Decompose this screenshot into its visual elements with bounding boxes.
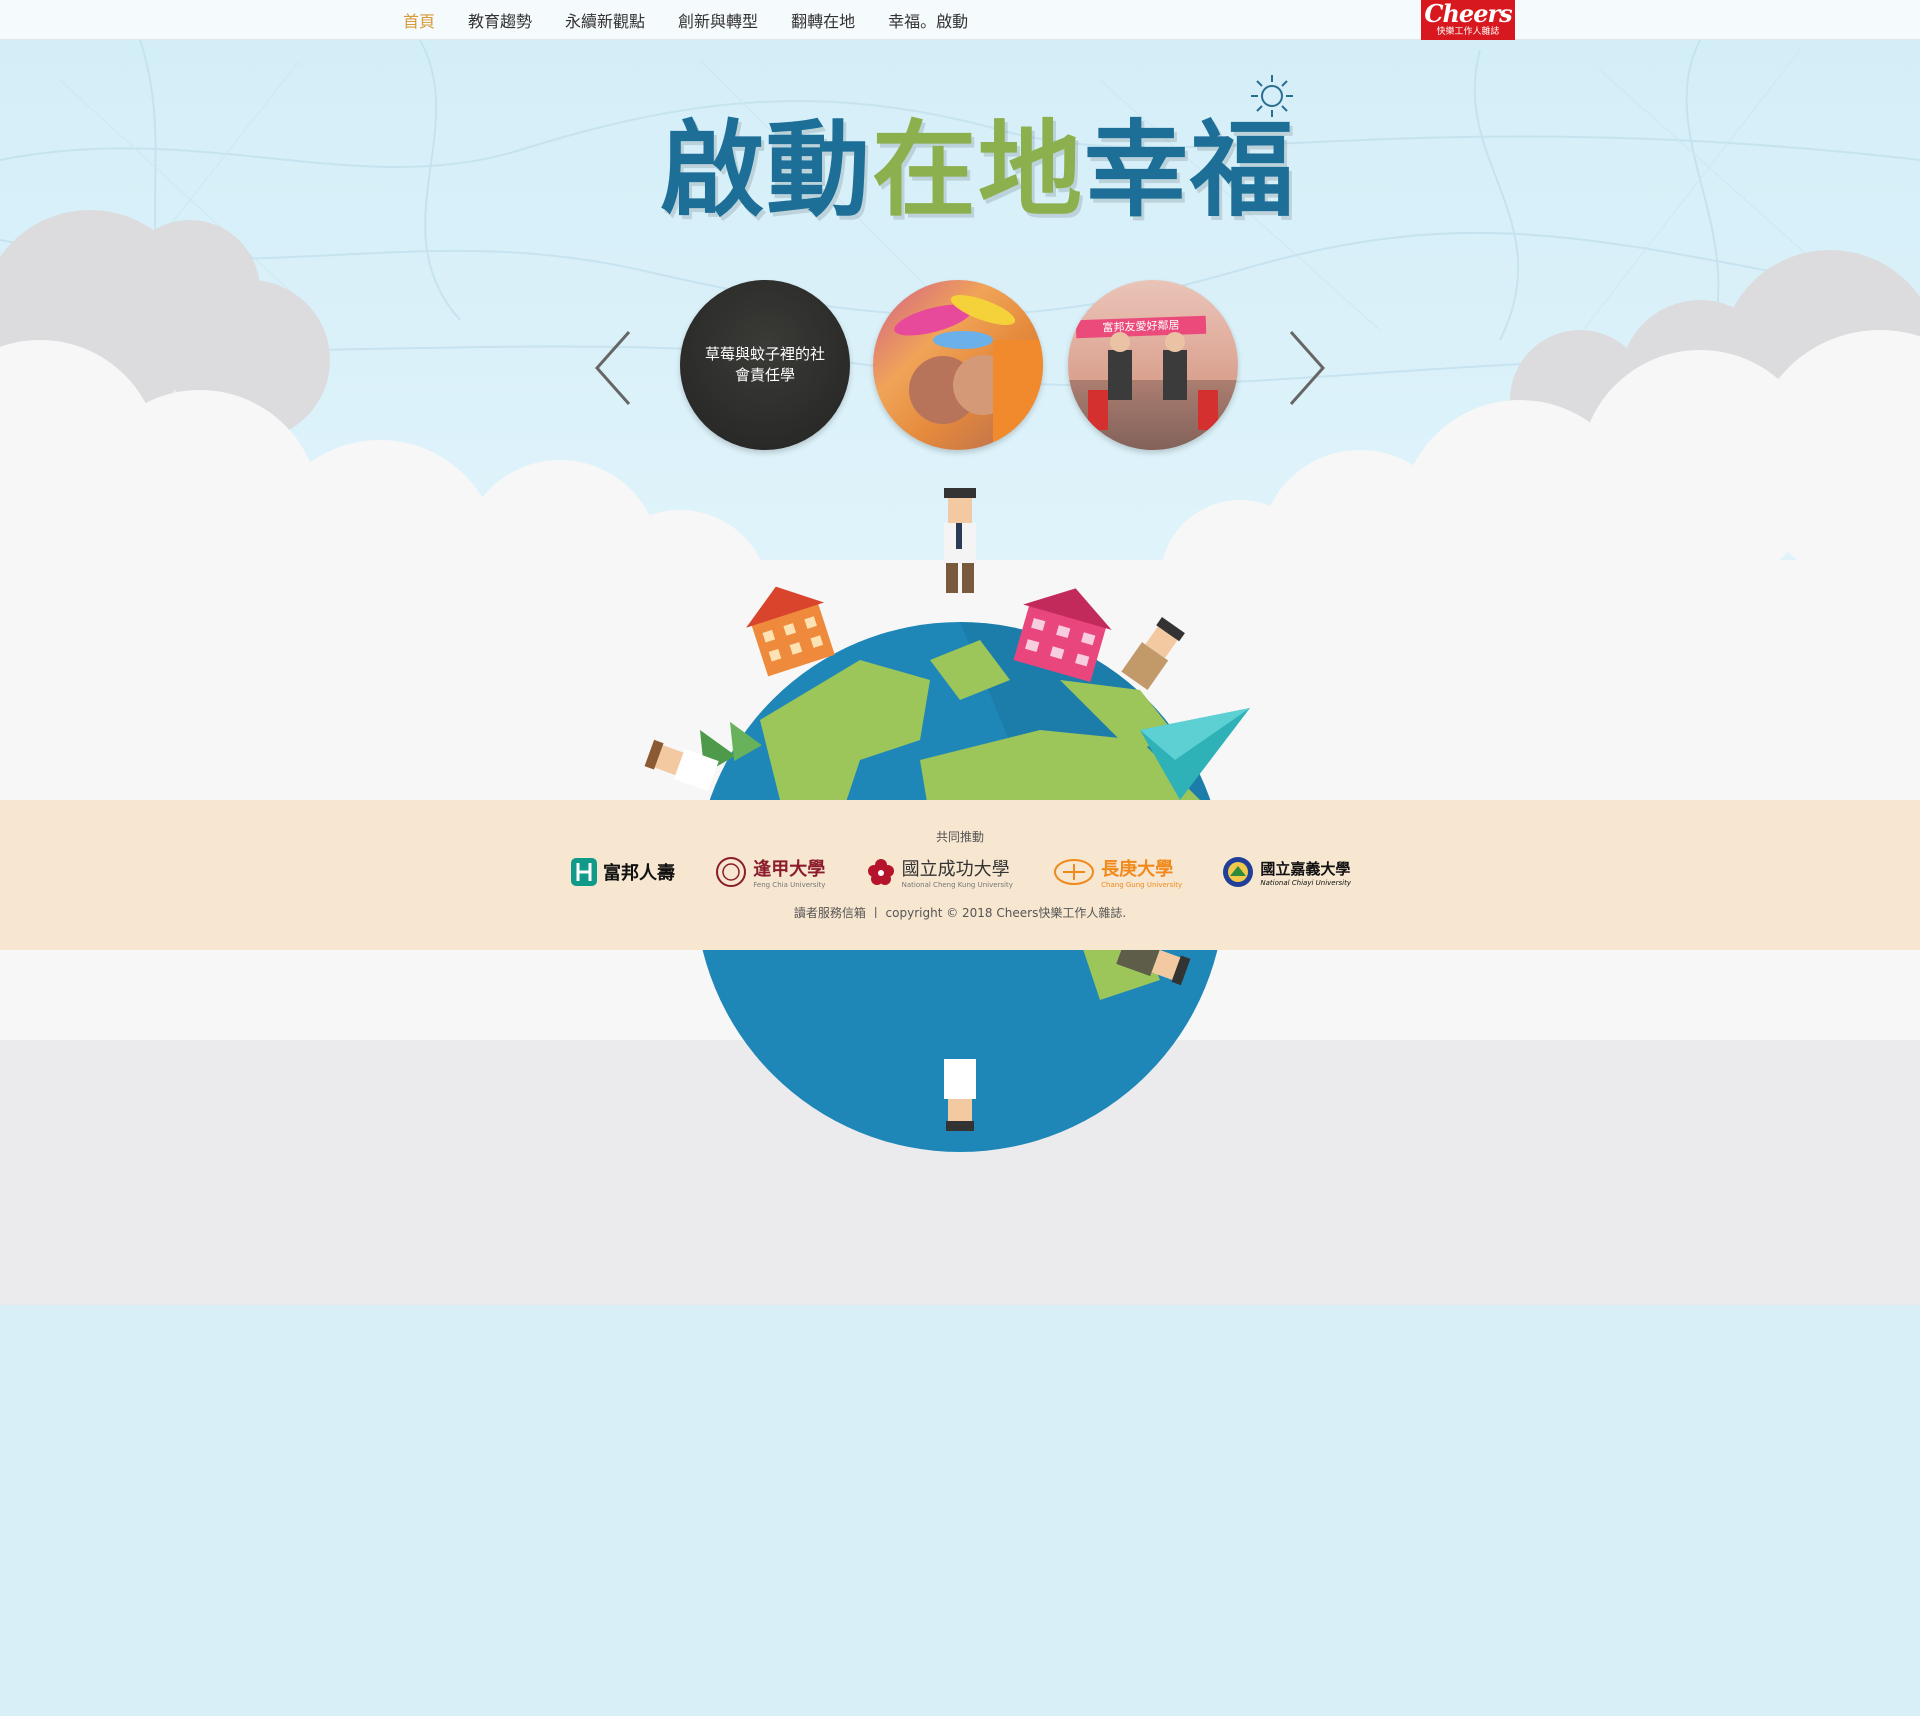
carousel-prev-button[interactable]: [593, 330, 633, 406]
partner-footer: 共同推動 富邦人壽 逢甲大學 Feng Chia University 國立成功…: [0, 800, 1920, 950]
title-part-local: 在地: [872, 109, 1085, 231]
ncyu-emblem-icon: [1223, 857, 1254, 887]
main-nav: 首頁 教育趨勢 永續新觀點 創新與轉型 翻轉在地 幸福。啟動: [403, 0, 1001, 40]
chevron-right-icon: [1289, 331, 1326, 405]
cheers-logo[interactable]: Cheers 快樂工作人雜誌: [1421, 0, 1515, 40]
carousel-item-1[interactable]: 草莓與蚊子裡的社會責任學: [680, 280, 850, 450]
partner-logo-ncyu[interactable]: 國立嘉義大學 National Chiayi University: [1222, 854, 1351, 890]
partner-subname: Feng Chia University: [753, 881, 826, 889]
partner-name: 富邦人壽: [603, 863, 675, 884]
partner-logo-fubon[interactable]: 富邦人壽: [571, 854, 675, 890]
title-part-start: 啟動: [660, 109, 873, 231]
nav-item-happiness[interactable]: 幸福。啟動: [888, 8, 968, 32]
partner-logo-cgu[interactable]: 長庚大學 Chang Gung University: [1053, 854, 1182, 890]
title-part-happiness: 幸福: [1084, 109, 1297, 231]
partner-subname: National Chiayi University: [1260, 878, 1351, 887]
partner-name: 國立成功大學: [901, 859, 1010, 880]
cheers-logo-brand: Cheers: [1424, 0, 1512, 28]
nav-item-home[interactable]: 首頁: [403, 8, 435, 32]
cgu-logo-icon: [1054, 859, 1095, 885]
partner-logos: 富邦人壽 逢甲大學 Feng Chia University 國立成功大學 Na…: [571, 852, 1351, 892]
balloon-photo-image: [894, 295, 1043, 450]
nav-item-education-trends[interactable]: 教育趨勢: [468, 8, 532, 32]
copyright-line: 讀者服務信箱 丨 copyright © 2018 Cheers快樂工作人雜誌.: [0, 904, 1920, 921]
partner-name: 逢甲大學: [753, 859, 826, 880]
partner-logo-fcu[interactable]: 逢甲大學 Feng Chia University: [715, 854, 825, 890]
nav-item-local[interactable]: 翻轉在地: [791, 8, 855, 32]
partner-subname: Chang Gung University: [1101, 881, 1183, 889]
fubon-logo-icon: [571, 858, 597, 886]
musicians-photo-image: [1068, 332, 1238, 450]
together-label: 共同推動: [935, 830, 984, 844]
nav-item-innovation[interactable]: 創新與轉型: [678, 8, 758, 32]
partner-logo-ncku[interactable]: 國立成功大學 National Cheng Kung University: [866, 854, 1013, 890]
reader-mailbox-link[interactable]: 讀者服務信箱: [794, 906, 866, 920]
carousel-item-caption: 草莓與蚊子裡的社會責任學: [704, 345, 825, 384]
carousel-item-overlay: 草莓與蚊子裡的社會責任學: [680, 280, 850, 450]
top-navigation-bar: 首頁 教育趨勢 永續新觀點 創新與轉型 翻轉在地 幸福。啟動 Cheers 快樂…: [0, 0, 1920, 40]
partner-name: 國立嘉義大學: [1260, 859, 1351, 878]
copyright-text: copyright © 2018 Cheers快樂工作人雜誌.: [885, 906, 1127, 920]
ncku-flower-icon: [867, 859, 894, 885]
carousel-item-2[interactable]: [873, 280, 1043, 450]
carousel-item-3[interactable]: 富邦友愛好鄰居: [1068, 280, 1238, 450]
partner-subname: National Cheng Kung University: [901, 881, 1013, 889]
chevron-left-icon: [594, 331, 631, 405]
nav-item-sustainability[interactable]: 永續新觀點: [565, 8, 645, 32]
hero-section: 啟動在地幸福 草莓與蚊子裡的社會責任學 富邦友愛好鄰居: [0, 40, 1920, 1305]
copyright-separator: 丨: [869, 906, 882, 920]
fcu-seal-icon: [716, 857, 747, 887]
partner-name: 長庚大學: [1101, 859, 1174, 880]
carousel-next-button[interactable]: [1287, 330, 1327, 406]
cheers-logo-tagline: 快樂工作人雜誌: [1436, 27, 1500, 37]
page-title: 啟動在地幸福: [660, 109, 1294, 231]
